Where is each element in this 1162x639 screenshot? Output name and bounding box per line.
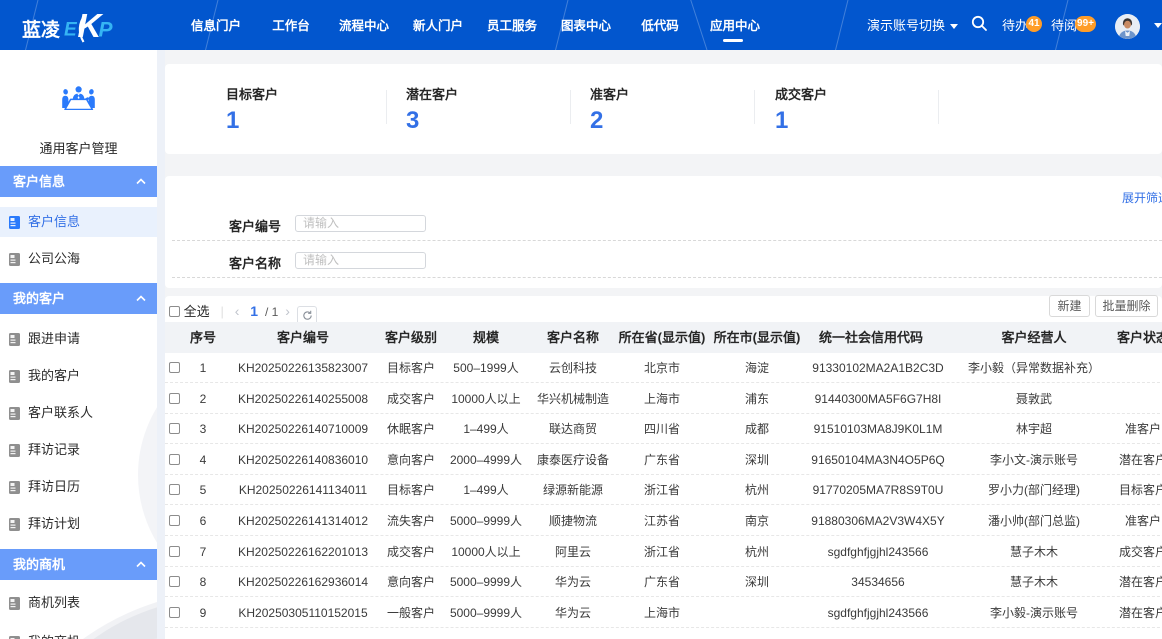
svg-text:蓝凌: 蓝凌 (22, 18, 61, 41)
svg-text:P: P (99, 19, 114, 42)
svg-text:E: E (64, 20, 78, 41)
